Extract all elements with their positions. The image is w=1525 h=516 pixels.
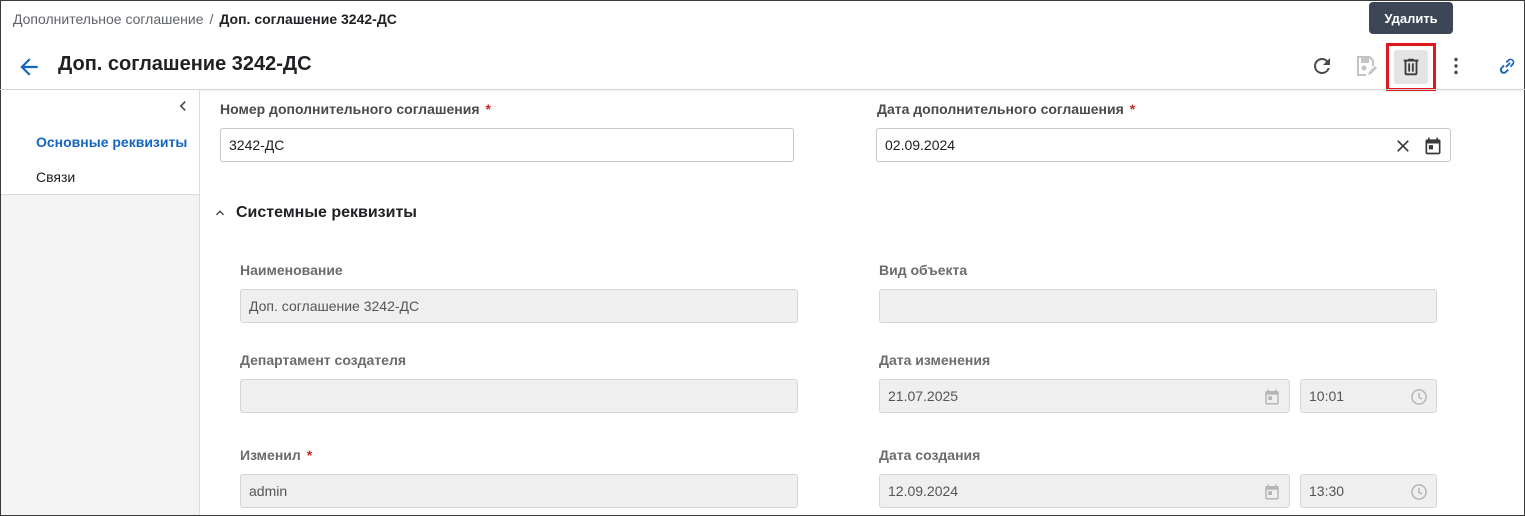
clear-date-button[interactable] <box>1393 136 1413 156</box>
chevron-left-icon <box>179 101 186 111</box>
modified-time-value: 10:01 <box>1309 388 1345 404</box>
name-field: Доп. соглашение 3242-ДС <box>240 289 798 323</box>
agreement-number-input[interactable]: 3242-ДС <box>220 128 794 162</box>
required-marker: * <box>1129 101 1136 117</box>
modified-date-value: 21.07.2025 <box>888 388 959 404</box>
object-type-field <box>879 289 1437 323</box>
name-label: Наименование <box>240 262 343 278</box>
breadcrumb-parent[interactable]: Дополнительное соглашение <box>13 11 204 27</box>
object-type-label: Вид объекта <box>879 262 968 278</box>
clock-icon <box>1409 482 1429 502</box>
header-divider <box>0 89 1525 90</box>
delete-button-highlight <box>1386 43 1436 91</box>
breadcrumb: Дополнительное соглашение / Доп. соглашени… <box>13 11 397 27</box>
page-header: Доп. соглашение 3242-ДС <box>0 40 1525 91</box>
back-button[interactable] <box>16 54 42 80</box>
sidebar-item-main-details[interactable]: Основные реквизиты <box>36 134 187 150</box>
open-calendar-button[interactable] <box>1423 136 1443 156</box>
sidebar-item-links[interactable]: Связи <box>36 169 75 185</box>
agreement-number-label: Номер дополнительного соглашения * <box>220 101 491 117</box>
created-date-value: 12.09.2024 <box>888 483 959 499</box>
required-marker: * <box>306 447 313 463</box>
collapse-sidebar-button[interactable] <box>173 96 193 116</box>
page-title: Доп. соглашение 3242-ДС <box>58 53 312 75</box>
modified-time-field: 10:01 <box>1300 379 1437 413</box>
modified-by-field: admin <box>240 474 798 508</box>
created-time-value: 13:30 <box>1309 483 1345 499</box>
trash-icon <box>1403 58 1419 76</box>
more-options-button[interactable] <box>1442 52 1470 80</box>
created-time-field: 13:30 <box>1300 474 1437 508</box>
arrow-left-icon <box>20 58 38 76</box>
system-section-title: Системные реквизиты <box>236 204 417 221</box>
creator-department-field <box>240 379 798 413</box>
chevron-up-icon <box>216 210 224 216</box>
copy-link-button[interactable] <box>1493 52 1521 80</box>
save-edit-button[interactable] <box>1352 52 1380 80</box>
created-date-field: 12.09.2024 <box>879 474 1290 508</box>
clock-icon <box>1409 387 1429 407</box>
save-edit-icon <box>1357 56 1377 76</box>
refresh-button[interactable] <box>1308 52 1336 80</box>
created-date-label: Дата создания <box>879 447 981 463</box>
close-icon <box>1397 140 1409 152</box>
agreement-date-label: Дата дополнительного соглашения * <box>877 101 1136 117</box>
modified-date-field: 21.07.2025 <box>879 379 1290 413</box>
agreement-date-value: 02.09.2024 <box>885 137 956 153</box>
breadcrumb-current: Доп. соглашение 3242-ДС <box>219 11 397 27</box>
breadcrumb-separator: / <box>209 11 214 27</box>
modified-date-label: Дата изменения <box>879 352 991 368</box>
calendar-icon <box>1425 137 1441 155</box>
calendar-icon <box>1262 482 1282 502</box>
more-vert-icon <box>1454 57 1458 75</box>
modified-by-label: Изменил * <box>240 447 313 463</box>
required-marker: * <box>485 101 491 117</box>
sidebar: Основные реквизиты Связи <box>1 90 200 515</box>
sidebar-menu: Основные реквизиты Связи <box>1 90 199 195</box>
refresh-icon <box>1314 58 1330 74</box>
agreement-date-input[interactable]: 02.09.2024 <box>876 128 1451 162</box>
delete-tooltip: Удалить <box>1369 2 1453 34</box>
calendar-icon <box>1262 387 1282 407</box>
link-icon <box>1499 58 1515 74</box>
creator-department-label: Департамент создателя <box>240 352 407 368</box>
delete-button[interactable] <box>1394 50 1428 84</box>
system-section-toggle[interactable]: Системные реквизиты <box>212 204 417 222</box>
